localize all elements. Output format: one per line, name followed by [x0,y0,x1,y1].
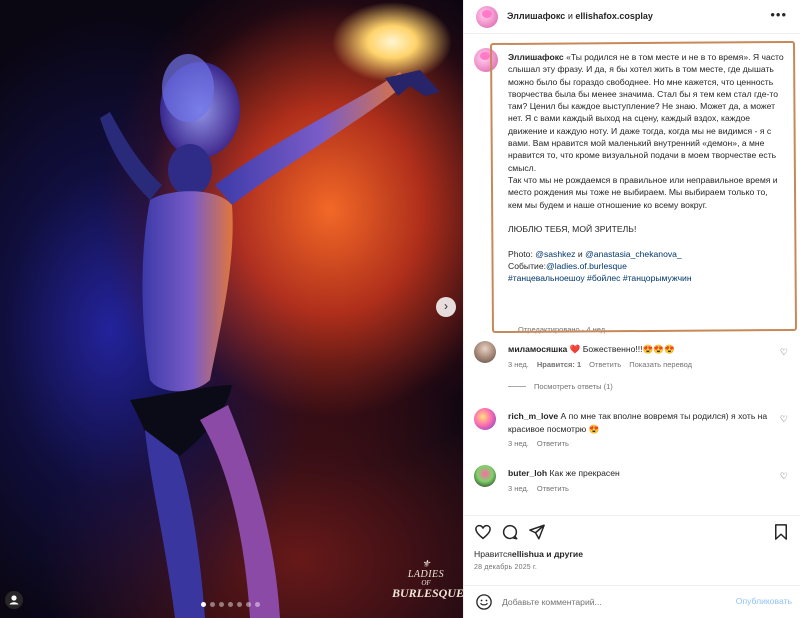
like-comment-icon[interactable]: ♡ [780,471,788,482]
comment-meta: 3 нед. Ответить [508,439,569,448]
reply-button[interactable]: Ответить [537,439,569,448]
replies-divider [508,386,526,387]
authors-conjunction: и [567,11,573,21]
comments-scroll-area[interactable]: Эллишафокс «Ты родился не в том месте и … [464,35,800,515]
bookmark-icon[interactable] [772,523,790,541]
comment-time: 3 нед. [508,439,529,448]
emoji-smiley-icon[interactable] [475,593,493,611]
post-authors: Эллишафокс и ellishafox.cosplay [507,11,653,21]
add-comment-bar: Опубликовать [464,585,800,618]
annotation-highlight-box [489,40,798,334]
comment-text: Божественно!!!😍😍😍 [580,344,675,354]
comment-likes[interactable]: Нравится: 1 [537,360,581,369]
post-photo[interactable]: ⚜ LADIES OF BURLESQUE › [0,0,463,618]
carousel-dot[interactable] [255,602,260,607]
comment-bubble-icon[interactable] [501,523,519,541]
comment-username[interactable]: rich_m_love [508,411,558,421]
carousel-next-button[interactable]: › [436,297,456,317]
post-header: Эллишафокс и ellishafox.cosplay ••• [464,0,800,34]
comment-time: 3 нед. [508,484,529,493]
comment-avatar[interactable] [474,341,496,363]
carousel-dot[interactable] [228,602,233,607]
tagged-users-icon[interactable] [5,591,23,609]
carousel-dot[interactable] [219,602,224,607]
share-send-icon[interactable] [528,523,546,541]
likes-user[interactable]: ellishua [512,549,544,559]
instagram-post-view: ⚜ LADIES OF BURLESQUE › Эллишафокс и ell… [0,0,800,618]
author-username[interactable]: Эллишафокс [507,11,565,21]
post-date: 28 декабрь 2025 г. [474,564,538,571]
comment-text: Как же прекрасен [547,468,620,478]
post-sidebar: Эллишафокс и ellishafox.cosplay ••• Элли… [463,0,800,618]
likes-summary[interactable]: Нравитсяellishua и другие [474,549,583,559]
comment-avatar[interactable] [474,408,496,430]
more-options-icon[interactable]: ••• [770,8,787,21]
likes-prefix: Нравится [474,549,512,559]
comment-time: 3 нед. [508,360,529,369]
comment-meta: 3 нед. Нравится: 1 Ответить Показать пер… [508,360,692,369]
comment-username[interactable]: buter_loh [508,468,547,478]
reply-button[interactable]: Ответить [589,360,621,369]
likes-suffix[interactable]: и другие [544,549,583,559]
comment-meta: 3 нед. Ответить [508,484,569,493]
heart-emoji-icon: ❤️ [569,344,581,354]
comment-body: миламосяшка ❤️ Божественно!!!😍😍😍 [508,343,778,356]
author-avatar[interactable] [476,6,498,28]
comment-input[interactable] [502,595,722,609]
coauthor-username[interactable]: ellishafox.cosplay [575,11,653,21]
performer-silhouette [100,54,440,618]
comment-avatar[interactable] [474,465,496,487]
show-translation-button[interactable]: Показать перевод [629,360,692,369]
publish-comment-button[interactable]: Опубликовать [736,596,792,606]
like-comment-icon[interactable]: ♡ [780,347,788,358]
ladies-of-burlesque-logo: ⚜ LADIES OF BURLESQUE [392,560,463,606]
carousel-dot[interactable] [210,602,215,607]
carousel-dot[interactable] [237,602,242,607]
carousel-dot[interactable] [246,602,251,607]
watermark-line-3: BURLESQUE [392,586,463,600]
comment-body: rich_m_love А по мне так вполне вовремя … [508,410,778,435]
carousel-dot[interactable] [201,602,206,607]
like-comment-icon[interactable]: ♡ [780,414,788,425]
comment-body: buter_loh Как же прекрасен [508,467,778,480]
reply-button[interactable]: Ответить [537,484,569,493]
carousel-dots [201,602,260,607]
post-actions: Нравитсяellishua и другие 28 декабрь 202… [464,515,800,585]
view-replies-button[interactable]: Посмотреть ответы (1) [508,382,613,391]
like-heart-icon[interactable] [474,523,492,541]
view-replies-label[interactable]: Посмотреть ответы (1) [534,382,613,391]
comment-username[interactable]: миламосяшка [508,344,567,354]
